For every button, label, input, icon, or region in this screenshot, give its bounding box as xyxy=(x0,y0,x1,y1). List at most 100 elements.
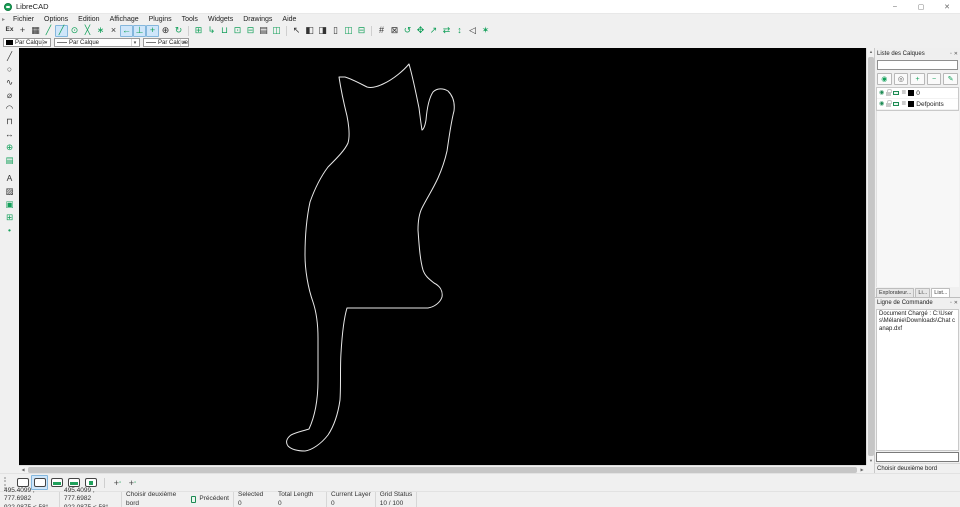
dock-close-icon[interactable]: ✕ xyxy=(954,51,958,57)
tile-vertical-icon[interactable]: ◫ xyxy=(342,25,355,37)
scale-icon[interactable]: ↗ xyxy=(427,25,440,37)
layer-list-empty-area xyxy=(876,111,959,287)
select-pointer-icon[interactable]: ↖ xyxy=(290,25,303,37)
layer-visible-icon[interactable]: ◉ xyxy=(879,101,884,107)
edit-layer-button[interactable]: ✎ xyxy=(943,73,958,85)
add-layer-button[interactable]: + xyxy=(910,73,925,85)
grid-toggle-icon[interactable]: # xyxy=(375,25,388,37)
ellipse-tool-icon[interactable]: ⌀ xyxy=(2,89,17,102)
menu-item[interactable]: Affichage xyxy=(105,16,144,23)
tool-more-icon[interactable]: • xyxy=(2,224,17,237)
menu-item[interactable]: Aide xyxy=(277,16,301,23)
move-icon[interactable]: ✥ xyxy=(414,25,427,37)
vertical-scrollbar[interactable]: ▲ ▼ xyxy=(866,48,874,465)
snap-free-icon[interactable]: + xyxy=(16,25,29,37)
rotate-icon[interactable]: ↺ xyxy=(401,25,414,37)
polyline-tool-icon[interactable]: ⊓ xyxy=(2,115,17,128)
menu-item[interactable]: Edition xyxy=(73,16,104,23)
layer-print-icon[interactable] xyxy=(893,102,900,106)
layer-row[interactable]: ◉ ≣ 0 xyxy=(877,88,958,99)
image-tool-icon[interactable]: ▣ xyxy=(2,198,17,211)
arc-tool-icon[interactable]: ◠ xyxy=(2,102,17,115)
snap-grid-icon[interactable]: ▦ xyxy=(29,25,42,37)
layer-construction-icon[interactable]: ≣ xyxy=(901,90,906,96)
document-icon[interactable]: ▯ xyxy=(329,25,342,37)
menu-item[interactable]: Fichier xyxy=(8,16,39,23)
menu-item[interactable]: Drawings xyxy=(238,16,277,23)
drawing-canvas[interactable] xyxy=(19,48,866,465)
open-folder-icon[interactable]: ⊔ xyxy=(218,25,231,37)
menu-item[interactable]: Widgets xyxy=(203,16,238,23)
previous-label[interactable]: Précédent xyxy=(199,495,229,503)
dock-tab[interactable]: List... xyxy=(931,287,951,297)
dock-float-icon[interactable]: ▫ xyxy=(950,51,952,57)
layer-construction-icon[interactable]: ≣ xyxy=(901,101,906,107)
snap-center-icon[interactable]: ⊙ xyxy=(68,25,81,37)
layer-filter-input[interactable] xyxy=(877,60,958,70)
exclusive-snap-button[interactable]: Ex xyxy=(3,25,16,37)
command-input[interactable] xyxy=(876,452,959,462)
zoom-tool-icon[interactable]: ⊕ xyxy=(2,141,17,154)
hide-all-layers-button[interactable]: ◎ xyxy=(893,73,909,85)
save-icon[interactable]: ⊡ xyxy=(231,25,244,37)
layer-row[interactable]: ◉ ≣ Defpoints xyxy=(877,99,958,110)
linetype-selector[interactable]: Par Calque ▾ xyxy=(143,38,190,47)
stretch-icon[interactable]: ↕ xyxy=(453,25,466,37)
snap-endpoint-icon[interactable]: ╱ xyxy=(42,25,55,37)
show-all-layers-button[interactable]: ◉ xyxy=(877,73,892,85)
tile-horizontal-icon[interactable]: ⊟ xyxy=(355,25,368,37)
open-drawing-icon[interactable]: ↳ xyxy=(205,25,218,37)
layer-lock-icon[interactable] xyxy=(886,89,892,96)
remove-layer-button[interactable]: − xyxy=(926,73,942,85)
layer-dock-title: Liste des Calques xyxy=(877,50,925,57)
snap-middle-icon[interactable]: ╳ xyxy=(81,25,94,37)
minimize-button[interactable]: – xyxy=(882,0,908,13)
layer-lock-icon[interactable] xyxy=(886,100,892,107)
snap-relative-zero-icon[interactable]: ⊕ xyxy=(159,25,172,37)
new-drawing-icon[interactable]: ⊞ xyxy=(192,25,205,37)
snap-on-entity-icon[interactable]: ╱ xyxy=(55,24,68,37)
order-tool-icon[interactable]: ▤ xyxy=(2,154,17,167)
horizontal-scrollbar[interactable]: ◀ ▶ xyxy=(19,465,866,473)
block-tool-icon[interactable]: ⊞ xyxy=(2,211,17,224)
explode-icon[interactable]: ✶ xyxy=(479,25,492,37)
mirror-icon[interactable]: ⇄ xyxy=(440,25,453,37)
restrict-vertical-icon[interactable]: ⊥ xyxy=(133,24,146,37)
cat-outline[interactable] xyxy=(286,63,455,452)
snap-distance-icon[interactable]: ∗ xyxy=(94,25,107,37)
width-selector[interactable]: Par Calque ▾ xyxy=(54,38,140,47)
text-tool-icon[interactable]: A xyxy=(2,172,17,185)
menu-item[interactable]: Plugins xyxy=(144,16,177,23)
save-as-icon[interactable]: ⊟ xyxy=(244,25,257,37)
draw-order-icon[interactable]: ⊠ xyxy=(388,25,401,37)
action-hint: Choisir deuxième bord Précédent xyxy=(122,491,234,507)
hatch-tool-icon[interactable]: ▨ xyxy=(2,185,17,198)
print-icon[interactable]: ▤ xyxy=(257,25,270,37)
restrict-horizontal-icon[interactable]: ← xyxy=(120,24,133,37)
layer-print-icon[interactable] xyxy=(893,91,900,95)
spline-tool-icon[interactable]: ∿ xyxy=(2,76,17,89)
print-preview-icon[interactable]: ◫ xyxy=(270,25,283,37)
properties-icon[interactable]: ◁ xyxy=(466,25,479,37)
layer-visible-icon[interactable]: ◉ xyxy=(879,90,884,96)
zoom-redraw-icon[interactable]: ◧ xyxy=(303,25,316,37)
child-window-icon[interactable]: ▸ xyxy=(2,16,5,23)
close-button[interactable]: ✕ xyxy=(934,0,960,13)
dock-tab[interactable]: Explorateur... xyxy=(876,287,915,297)
zoom-window-icon[interactable]: ◨ xyxy=(316,25,329,37)
line-tool-icon[interactable]: ╱ xyxy=(2,50,17,63)
dock-tab[interactable]: Li... xyxy=(915,287,931,297)
snap-intersection-icon[interactable]: × xyxy=(107,25,120,37)
dock-float-icon[interactable]: ▫ xyxy=(950,300,952,306)
previous-icon[interactable] xyxy=(190,496,197,503)
add-tab-button[interactable]: + ▫ xyxy=(125,475,140,490)
color-selector[interactable]: Par Calque ▾ xyxy=(3,38,51,47)
circle-tool-icon[interactable]: ○ xyxy=(2,63,17,76)
menu-item[interactable]: Options xyxy=(39,16,73,23)
dimension-tool-icon[interactable]: ↔ xyxy=(2,128,17,141)
maximize-button[interactable]: ▢ xyxy=(908,0,934,13)
restrict-orthogonal-icon[interactable]: + xyxy=(146,24,159,37)
menu-item[interactable]: Tools xyxy=(177,16,203,23)
set-relative-zero-icon[interactable]: ↻ xyxy=(172,25,185,37)
dock-close-icon[interactable]: ✕ xyxy=(954,300,958,306)
